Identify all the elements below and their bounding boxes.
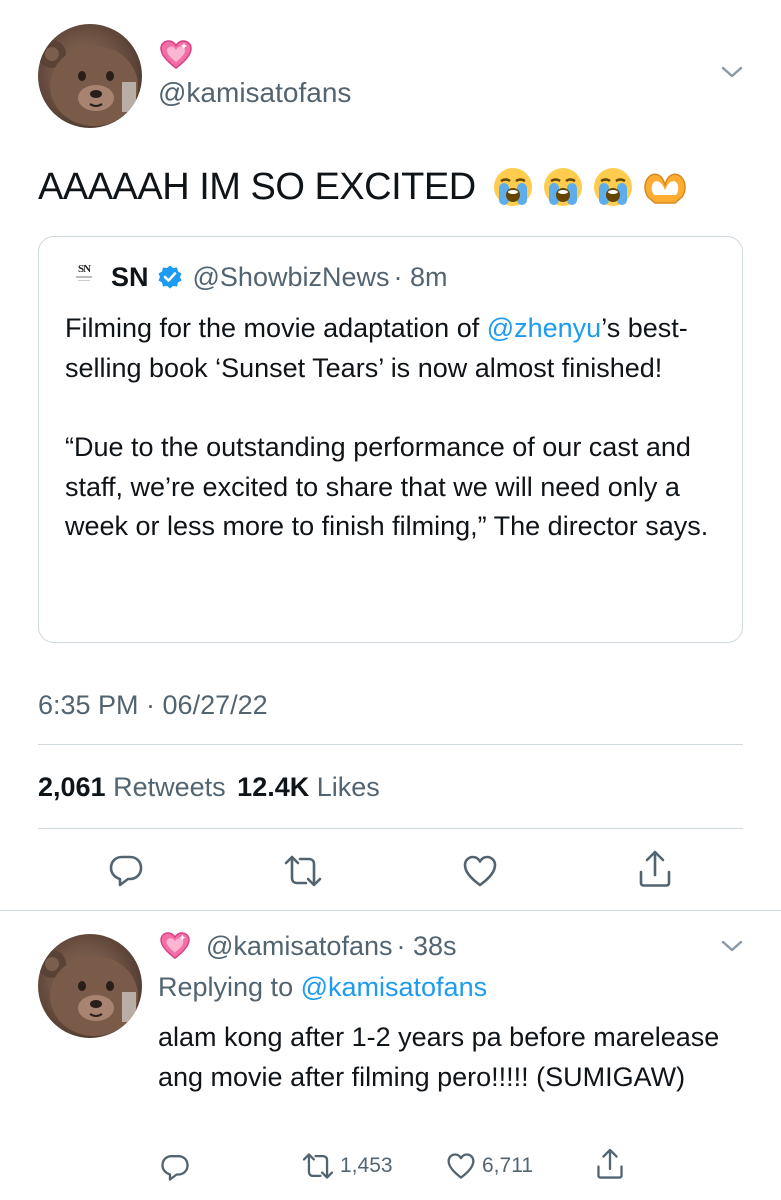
chevron-down-icon[interactable] — [720, 938, 744, 954]
retweet-icon[interactable] — [282, 854, 324, 888]
quoted-paragraph-1: Filming for the movie adaptation of @zhe… — [65, 309, 715, 388]
quoted-author-handle[interactable]: @ShowbizNews — [193, 262, 390, 293]
chevron-down-icon[interactable] — [720, 64, 744, 80]
reply-retweet-action[interactable]: 1,453 — [300, 1152, 393, 1180]
loudly-crying-face-icon — [593, 168, 632, 206]
like-heart-icon — [447, 1153, 475, 1179]
likes-count[interactable]: 12.4K — [237, 772, 309, 802]
share-icon[interactable] — [638, 850, 672, 888]
engagement-stats: 2,061 Retweets 12.4K Likes — [38, 770, 380, 804]
like-heart-icon[interactable] — [462, 854, 498, 888]
retweets-label[interactable]: Retweets — [113, 772, 226, 802]
emoji-group — [492, 166, 688, 208]
bear-avatar-image — [38, 40, 138, 126]
divider — [0, 910, 781, 911]
reply-header-row: @kamisatofans · 38s — [160, 928, 457, 964]
quoted-tweet-card[interactable]: SN SN @ShowbizNews · 8m Filming for the … — [38, 236, 743, 643]
replying-to-label: Replying to — [158, 972, 294, 1002]
author-handle[interactable]: @kamisatofans — [158, 76, 351, 110]
replying-to-handle[interactable]: @kamisatofans — [301, 972, 487, 1002]
avatar[interactable] — [38, 24, 142, 128]
reply-time: · 38s — [396, 930, 457, 961]
loudly-crying-face-icon — [543, 168, 582, 206]
showbiz-news-logo: SN — [73, 263, 95, 287]
tweet-timestamp[interactable]: 6:35 PM · 06/27/22 — [38, 688, 268, 722]
quoted-tweet-time: · 8m — [393, 261, 448, 292]
divider — [38, 744, 743, 745]
reply-icon[interactable] — [108, 852, 144, 888]
retweets-count[interactable]: 2,061 — [38, 772, 106, 802]
reply-avatar[interactable] — [38, 934, 142, 1038]
retweet-icon — [302, 1153, 334, 1179]
loudly-crying-face-icon — [493, 168, 532, 206]
logo-text: SN — [77, 263, 91, 275]
sparkling-heart-icon — [160, 40, 192, 70]
reply-author-handle[interactable]: @kamisatofans — [206, 931, 392, 962]
sparkling-heart-icon — [160, 932, 190, 960]
divider — [38, 828, 743, 829]
replying-to: Replying to @kamisatofans — [158, 970, 487, 1004]
quoted-author-row: SN @ShowbizNews · 8m — [111, 259, 448, 295]
quoted-text-part: Filming for the movie adaptation of — [65, 313, 487, 343]
reply-icon[interactable] — [160, 1152, 190, 1182]
quoted-paragraph-2: “Due to the outstanding performance of o… — [65, 432, 709, 541]
like-count: 6,711 — [482, 1154, 533, 1177]
reply-like-action[interactable]: 6,711 — [446, 1152, 533, 1180]
verified-badge-icon — [158, 265, 182, 289]
quoted-tweet-text: Filming for the movie adaptation of @zhe… — [65, 309, 715, 547]
reply-text: alam kong after 1-2 years pa before mare… — [158, 1022, 720, 1092]
retweet-count: 1,453 — [340, 1154, 393, 1177]
share-icon[interactable] — [596, 1148, 624, 1180]
heart-hands-icon — [643, 173, 686, 204]
bear-avatar-image — [38, 950, 138, 1036]
tweet-text: AAAAAH IM SO EXCITED — [38, 162, 688, 212]
likes-label[interactable]: Likes — [317, 772, 380, 802]
mention-link[interactable]: @zhenyu — [487, 313, 601, 343]
tweet-text-content: AAAAAH IM SO EXCITED — [38, 165, 476, 208]
quoted-author-name[interactable]: SN — [111, 262, 149, 293]
